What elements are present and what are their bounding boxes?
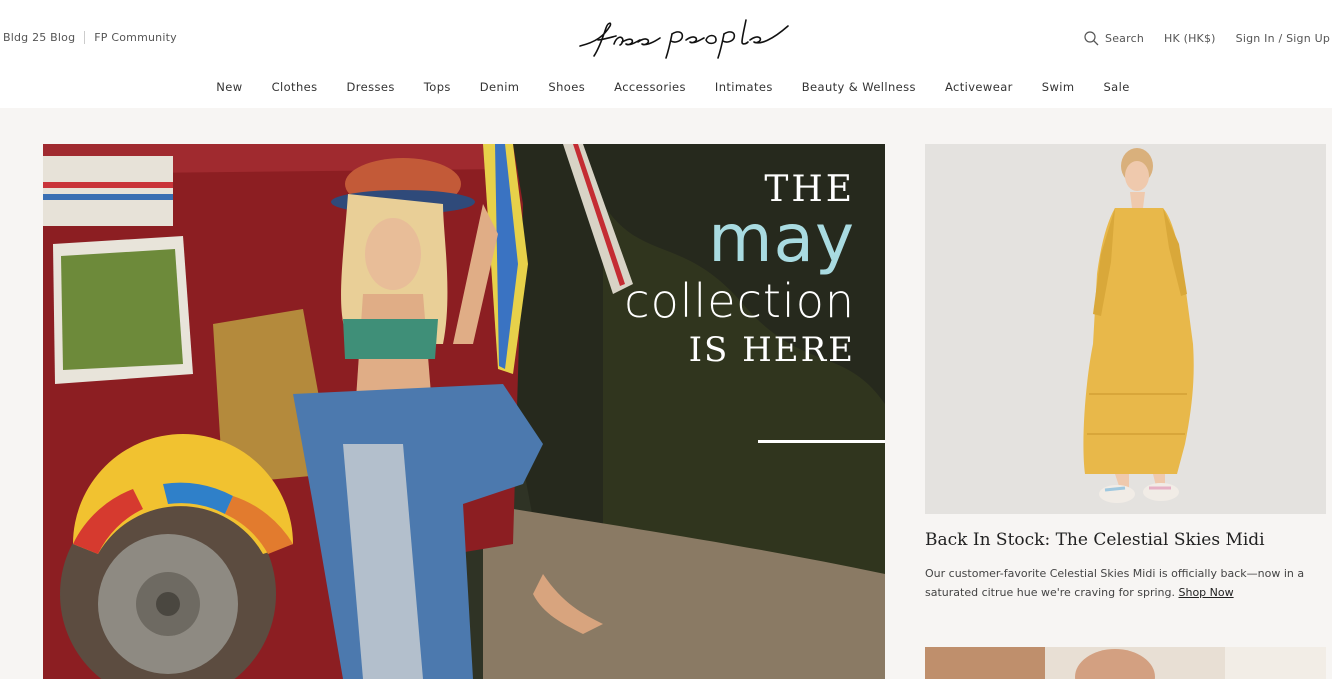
nav-item-intimates[interactable]: Intimates [715, 80, 773, 94]
utility-links-right: Search HK (HK$) Sign In / Sign Up [1084, 29, 1330, 47]
nav-item-clothes[interactable]: Clothes [272, 80, 318, 94]
search-label: Search [1105, 31, 1145, 45]
nav-item-accessories[interactable]: Accessories [614, 80, 686, 94]
logo-script-icon [579, 19, 789, 59]
promo-title[interactable]: Back In Stock: The Celestial Skies Midi [925, 530, 1265, 550]
hero-line-is-here: IS HERE [688, 330, 855, 371]
hero-line-may: may [708, 199, 855, 277]
nav-item-sale[interactable]: Sale [1103, 80, 1129, 94]
nav-item-activewear[interactable]: Activewear [945, 80, 1013, 94]
search-button[interactable]: Search [1084, 30, 1145, 46]
nav-item-new[interactable]: New [216, 80, 242, 94]
nav-item-shoes[interactable]: Shoes [548, 80, 585, 94]
currency-selector[interactable]: HK (HK$) [1164, 32, 1216, 45]
secondary-promo-image[interactable] [925, 647, 1326, 679]
nav-item-tops[interactable]: Tops [424, 80, 451, 94]
nav-item-swim[interactable]: Swim [1042, 80, 1075, 94]
main-nav: New Clothes Dresses Tops Denim Shoes Acc… [0, 80, 1332, 94]
promo-product-image[interactable] [925, 144, 1326, 514]
nav-item-dresses[interactable]: Dresses [347, 80, 395, 94]
promo-description: Our customer-favorite Celestial Skies Mi… [925, 564, 1327, 602]
search-icon [1084, 30, 1099, 45]
hero-line-collection: collection [624, 273, 855, 328]
divider [84, 31, 86, 44]
nav-item-beauty-wellness[interactable]: Beauty & Wellness [802, 80, 916, 94]
shop-now-link[interactable]: Shop Now [1179, 586, 1234, 599]
hero-headline: THE may collection IS HERE [624, 170, 855, 372]
nav-item-denim[interactable]: Denim [480, 80, 520, 94]
promo-body-text: Our customer-favorite Celestial Skies Mi… [925, 567, 1305, 599]
utility-links-left: Bldg 25 Blog FP Community [3, 31, 177, 44]
free-people-logo[interactable] [576, 12, 792, 62]
sign-in-link[interactable]: Sign In / Sign Up [1236, 32, 1330, 45]
hero-divider [758, 440, 885, 443]
secondary-photo [925, 647, 1326, 679]
blog-link[interactable]: Bldg 25 Blog [3, 31, 75, 44]
hero-banner[interactable]: THE may collection IS HERE [43, 144, 885, 679]
model-photo [925, 144, 1326, 514]
site-header: Bldg 25 Blog FP Community Search HK (HK$… [0, 0, 1332, 108]
community-link[interactable]: FP Community [94, 31, 177, 44]
